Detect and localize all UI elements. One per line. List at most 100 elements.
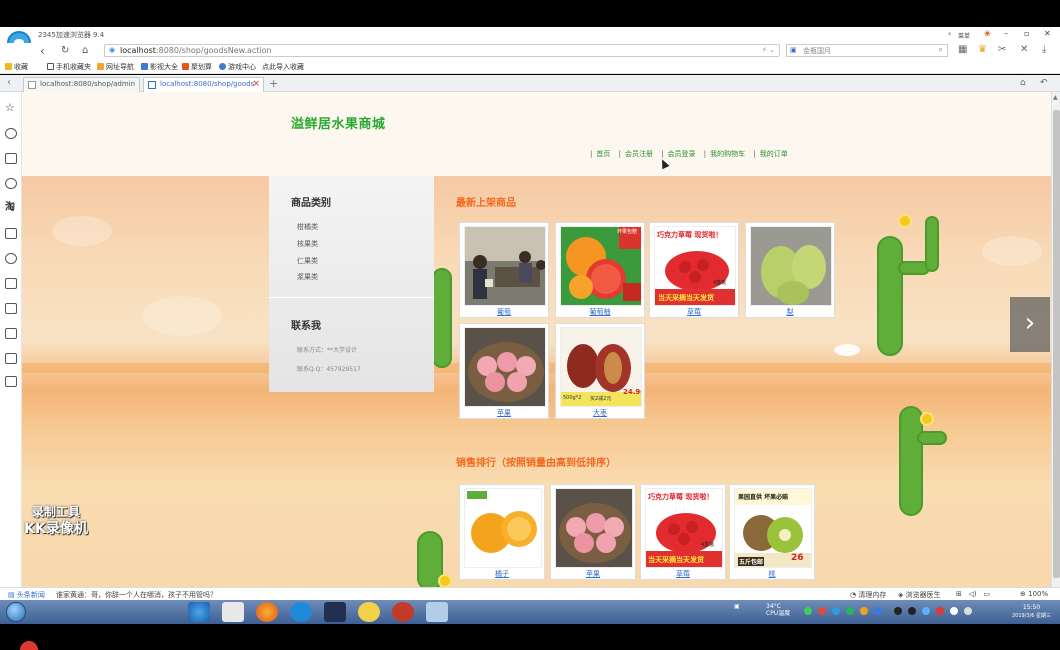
- tray-app-icon[interactable]: [860, 607, 868, 615]
- zoom-level[interactable]: ⊕ 100%: [1020, 590, 1048, 598]
- product-name[interactable]: 大枣: [556, 408, 644, 418]
- tab-goods[interactable]: localhost:8080/shop/goods ×: [143, 77, 264, 92]
- product-name[interactable]: 苹果: [551, 569, 635, 579]
- skin-icon[interactable]: ❀: [984, 29, 991, 38]
- product-image[interactable]: [464, 488, 542, 568]
- product-image[interactable]: 巧克力草莓 现货啦！ 4盒装 当天采摘当天发货: [654, 226, 736, 306]
- product-card[interactable]: 坏果包赔 葡萄柚: [555, 222, 645, 318]
- close-window-icon[interactable]: ✕: [1044, 29, 1051, 38]
- close-tab-icon[interactable]: ×: [252, 79, 260, 89]
- product-card[interactable]: 梨: [745, 222, 835, 318]
- product-card[interactable]: 葡萄: [459, 222, 549, 318]
- gamepad-icon[interactable]: [5, 253, 17, 264]
- tray-flag-icon[interactable]: ▣: [734, 603, 740, 610]
- network-icon[interactable]: [950, 607, 958, 615]
- history-icon[interactable]: [5, 128, 17, 139]
- tray-app-icon[interactable]: [922, 607, 930, 615]
- bookmark-nav[interactable]: 网址导航: [97, 62, 134, 72]
- product-image[interactable]: 果园直供 坏果必赔 五斤包邮 26: [734, 488, 812, 568]
- search-engine-icon[interactable]: ▣: [790, 46, 797, 54]
- bookmark-import[interactable]: 点此导入收藏: [262, 62, 304, 72]
- volume-icon[interactable]: [964, 607, 972, 615]
- firefox-icon[interactable]: [256, 602, 278, 622]
- back-icon[interactable]: ‹: [40, 44, 45, 58]
- eclipse-icon[interactable]: [324, 602, 346, 622]
- browser-2345-icon[interactable]: [290, 602, 312, 622]
- bookmark-mobile[interactable]: 手机收藏夹: [47, 62, 91, 72]
- chat-icon[interactable]: [5, 178, 17, 189]
- product-card[interactable]: 巧克力草莓 现货啦！ 4盒装 当天采摘当天发货 草莓: [649, 222, 739, 318]
- category-item-pome[interactable]: 仁果类: [297, 256, 318, 266]
- product-card[interactable]: 苹果: [459, 323, 549, 419]
- product-image[interactable]: 坏果包赔: [560, 226, 642, 306]
- ticket-icon[interactable]: [5, 303, 17, 314]
- bookmark-video[interactable]: 影视大全: [141, 62, 178, 72]
- tab-menu-icon[interactable]: ⌂: [1020, 78, 1026, 88]
- tab-scroll-left-icon[interactable]: ‹: [7, 77, 11, 88]
- menu-arrow-icon[interactable]: ‹: [948, 29, 951, 38]
- image-icon[interactable]: [5, 228, 17, 239]
- search-box[interactable]: ▣ 金瓶国月 ⌕: [786, 44, 948, 57]
- minimize-icon[interactable]: –: [1004, 29, 1008, 38]
- product-name[interactable]: 苹果: [460, 408, 548, 418]
- explorer-icon[interactable]: [426, 602, 448, 622]
- product-image[interactable]: [555, 488, 633, 568]
- news-label[interactable]: ▤ 头条新闻: [8, 590, 45, 600]
- product-image[interactable]: [464, 327, 546, 407]
- bookmark-favorites[interactable]: 收藏: [5, 62, 28, 72]
- screenshot-icon[interactable]: ✂: [998, 44, 1006, 55]
- product-card[interactable]: 500g*2 买2减2元 24.90 大枣: [555, 323, 645, 419]
- product-image[interactable]: [464, 226, 546, 306]
- nav-login[interactable]: 会员登录: [668, 150, 696, 158]
- scroll-thumb[interactable]: [1053, 110, 1060, 578]
- product-image[interactable]: 500g*2 买2减2元 24.90: [560, 327, 642, 407]
- download-icon[interactable]: ⤓: [1042, 44, 1046, 55]
- product-image[interactable]: [750, 226, 832, 306]
- apps-icon[interactable]: ▦: [958, 44, 967, 55]
- clean-memory[interactable]: ◔ 清理内存: [850, 590, 886, 600]
- nav-home[interactable]: 首页: [596, 150, 610, 158]
- restore-icon[interactable]: ▫: [1024, 29, 1029, 38]
- menu-label[interactable]: 菜单: [958, 31, 970, 40]
- new-tab-icon[interactable]: +: [269, 77, 278, 90]
- product-card[interactable]: 橘子: [459, 484, 545, 580]
- product-name[interactable]: 草莓: [650, 307, 738, 317]
- product-name[interactable]: 橘子: [460, 569, 544, 579]
- tray-app-icon[interactable]: [832, 607, 840, 615]
- category-item-stone[interactable]: 核果类: [297, 239, 318, 249]
- tray-app-icon[interactable]: [936, 607, 944, 615]
- nav-orders[interactable]: 我的订单: [760, 150, 788, 158]
- tray-app-icon[interactable]: [846, 607, 854, 615]
- product-image[interactable]: 巧克力草莓 现货啦！ 4盒装 当天采摘当天发货: [645, 488, 723, 568]
- home-icon[interactable]: ⌂: [82, 45, 88, 56]
- product-card[interactable]: 巧克力草莓 现货啦！ 4盒装 当天采摘当天发货 草莓: [640, 484, 726, 580]
- product-name[interactable]: 葡萄柚: [556, 307, 644, 317]
- tray-app-icon[interactable]: [804, 607, 812, 615]
- book-icon[interactable]: [5, 328, 17, 339]
- category-item-berry[interactable]: 浆果类: [297, 272, 318, 282]
- bookmark-juhuasuan[interactable]: 聚划算: [182, 62, 212, 72]
- tab-admin[interactable]: localhost:8080/shop/admin: [23, 77, 140, 92]
- product-name[interactable]: 葡萄: [460, 307, 548, 317]
- tray-app-icon[interactable]: [874, 607, 882, 615]
- qq-icon[interactable]: [894, 607, 902, 615]
- product-card[interactable]: 苹果: [550, 484, 636, 580]
- ie-icon[interactable]: [188, 602, 210, 622]
- refresh-icon[interactable]: ↻: [61, 45, 69, 56]
- nav-register[interactable]: 会员注册: [625, 150, 653, 158]
- page-scrollbar[interactable]: ▲: [1051, 92, 1060, 587]
- favorites-star-icon[interactable]: ☆: [5, 102, 17, 114]
- reward-icon[interactable]: ♛: [978, 44, 987, 55]
- grid-icon[interactable]: [5, 278, 17, 289]
- carousel-next-button[interactable]: ›: [1010, 297, 1050, 352]
- video-list-icon[interactable]: [5, 153, 17, 164]
- category-item-citrus[interactable]: 柑橘类: [297, 222, 318, 232]
- start-button[interactable]: [6, 602, 26, 622]
- list-icon[interactable]: [5, 353, 17, 364]
- address-bar[interactable]: ◉ localhost:8080/shop/goodsNew.action ⚡ …: [104, 44, 780, 57]
- system-clock[interactable]: 15:50 2019/3/6 星期三: [1012, 603, 1051, 621]
- bookmark-games[interactable]: 游戏中心: [219, 62, 256, 72]
- settings-grid-icon[interactable]: [5, 376, 17, 387]
- qq-icon[interactable]: [908, 607, 916, 615]
- browser-doctor[interactable]: ◈ 浏览器医生: [898, 590, 941, 600]
